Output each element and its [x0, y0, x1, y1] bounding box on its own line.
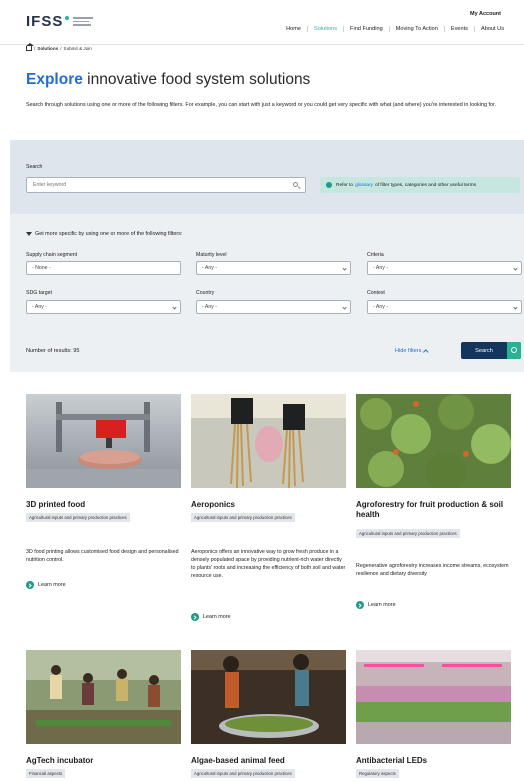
algae-feed-image[interactable]	[191, 650, 346, 744]
breadcrumb-separator: /	[60, 46, 62, 51]
chevron-down-icon	[342, 266, 347, 271]
card-title[interactable]: 3D printed food	[26, 500, 181, 510]
criteria-label: Criteria	[367, 252, 384, 258]
card-title[interactable]: AgTech incubator	[26, 756, 181, 766]
maturity-label: Maturity level	[196, 252, 227, 258]
search-icon[interactable]	[293, 182, 298, 187]
breadcrumb-solutions[interactable]: Solutions	[37, 46, 58, 51]
logo-dot	[65, 15, 70, 20]
chevron-down-icon	[513, 305, 518, 310]
glossary-note-after: of filter types, categories and other us…	[374, 182, 477, 188]
logo-text: IFSS	[26, 13, 64, 30]
card-tag: Agricultural inputs and primary producti…	[356, 529, 460, 538]
card-tag: Agricultural inputs and primary producti…	[26, 513, 130, 522]
card-tag: Regulatory aspects	[356, 769, 399, 778]
criteria-value: - Any -	[373, 265, 388, 271]
search-label: Search	[26, 164, 43, 170]
supply-chain-value: - None -	[32, 265, 51, 271]
breadcrumb-separator: /	[34, 46, 36, 51]
card-title[interactable]: Agroforestry for fruit production & soil…	[356, 500, 511, 520]
chevron-down-icon	[342, 305, 347, 310]
aeroponics-image[interactable]	[191, 394, 346, 488]
glossary-note: Refer to glossary of filter types, categ…	[320, 177, 520, 193]
nav-about-us[interactable]: About Us	[473, 26, 510, 32]
nav-solutions[interactable]: Solutions	[307, 26, 343, 32]
my-account-link[interactable]: My Account	[470, 11, 501, 17]
learn-more-label: Learn more	[38, 582, 66, 588]
card-title[interactable]: Aeroponics	[191, 500, 346, 510]
card-description: Aeroponics offers an innovative way to g…	[191, 549, 346, 579]
context-select[interactable]: - Any -	[367, 300, 522, 314]
header-divider	[0, 44, 524, 45]
nav-home[interactable]: Home	[280, 26, 307, 32]
more-filters-heading: Get more specific by using one or more o…	[26, 231, 182, 237]
learn-more-link[interactable]: Learn more	[26, 581, 66, 589]
home-icon[interactable]	[25, 43, 34, 51]
nav-moving-to-action[interactable]: Moving To Action	[388, 26, 444, 32]
search-button[interactable]: Search	[461, 342, 521, 359]
supply-chain-label: Supply chain segment	[26, 252, 78, 258]
card-description: Regenerative agroforestry increases inco…	[356, 563, 509, 577]
card-title[interactable]: Antibacterial LEDs	[356, 756, 511, 766]
learn-more-link[interactable]: Learn more	[356, 601, 396, 609]
breadcrumb: / Solutions / Submit & Join	[25, 43, 92, 51]
site-header: IFSS My Account Home Solutions Find Fund…	[0, 0, 524, 44]
3d-printer-image[interactable]	[26, 394, 181, 488]
antibacterial-leds-image[interactable]	[356, 650, 511, 744]
card-tag: Agricultural inputs and primary producti…	[191, 769, 295, 778]
ifss-logo[interactable]: IFSS	[26, 13, 94, 30]
card-tag: Agricultural inputs and primary producti…	[191, 513, 295, 522]
hide-filters-link[interactable]: Hide filters	[395, 348, 429, 355]
results-count: Number of results: 95	[26, 348, 80, 354]
nav-events[interactable]: Events	[443, 26, 474, 32]
card-title[interactable]: Algae-based animal feed	[191, 756, 346, 766]
chevron-up-icon	[423, 349, 429, 355]
hide-filters-label: Hide filters	[395, 348, 422, 354]
card-tag: Financial aspects	[26, 769, 66, 778]
more-filters-text: Get more specific by using one or more o…	[35, 231, 183, 237]
page-title: Explore innovative food system solutions	[26, 71, 310, 89]
context-value: - Any -	[373, 304, 388, 310]
sdg-label: SDG target	[26, 290, 52, 296]
logo-tagline-graphic	[73, 17, 94, 26]
learn-more-label: Learn more	[368, 602, 396, 608]
agroforestry-image[interactable]	[356, 394, 511, 488]
chevron-down-icon	[513, 266, 518, 271]
arrow-right-icon	[191, 613, 199, 621]
maturity-select[interactable]: - Any -	[196, 261, 351, 275]
learn-more-link[interactable]: Learn more	[191, 613, 231, 621]
agtech-incubator-image[interactable]	[26, 650, 181, 744]
chevron-down-icon	[172, 305, 177, 310]
main-nav: Home Solutions Find Funding Moving To Ac…	[280, 26, 510, 32]
arrow-right-icon	[26, 581, 34, 589]
page-title-rest: innovative food system solutions	[82, 71, 311, 88]
info-icon	[326, 182, 332, 188]
intro-text: Search through solutions using one or mo…	[26, 102, 496, 108]
country-value: - Any -	[202, 304, 217, 310]
breadcrumb-current: Submit & Join	[63, 46, 92, 51]
glossary-link[interactable]: glossary	[355, 183, 373, 188]
card-description: 3D food printing allows customised food …	[26, 549, 179, 563]
criteria-select[interactable]: - Any -	[367, 261, 522, 275]
search-button-label: Search	[475, 347, 493, 354]
search-icon	[507, 342, 521, 359]
learn-more-label: Learn more	[203, 614, 231, 620]
supply-chain-select[interactable]: - None -	[26, 261, 181, 275]
glossary-note-before: Refer to	[336, 182, 354, 188]
funnel-icon	[26, 232, 32, 236]
context-label: Context	[367, 290, 385, 296]
maturity-value: - Any -	[202, 265, 217, 271]
sdg-value: - Any -	[32, 304, 47, 310]
arrow-right-icon	[356, 601, 364, 609]
country-label: Country	[196, 290, 215, 296]
country-select[interactable]: - Any -	[196, 300, 351, 314]
nav-find-funding[interactable]: Find Funding	[343, 26, 389, 32]
page-title-accent: Explore	[26, 71, 83, 88]
search-input[interactable]	[26, 177, 306, 193]
sdg-select[interactable]: - Any -	[26, 300, 181, 314]
